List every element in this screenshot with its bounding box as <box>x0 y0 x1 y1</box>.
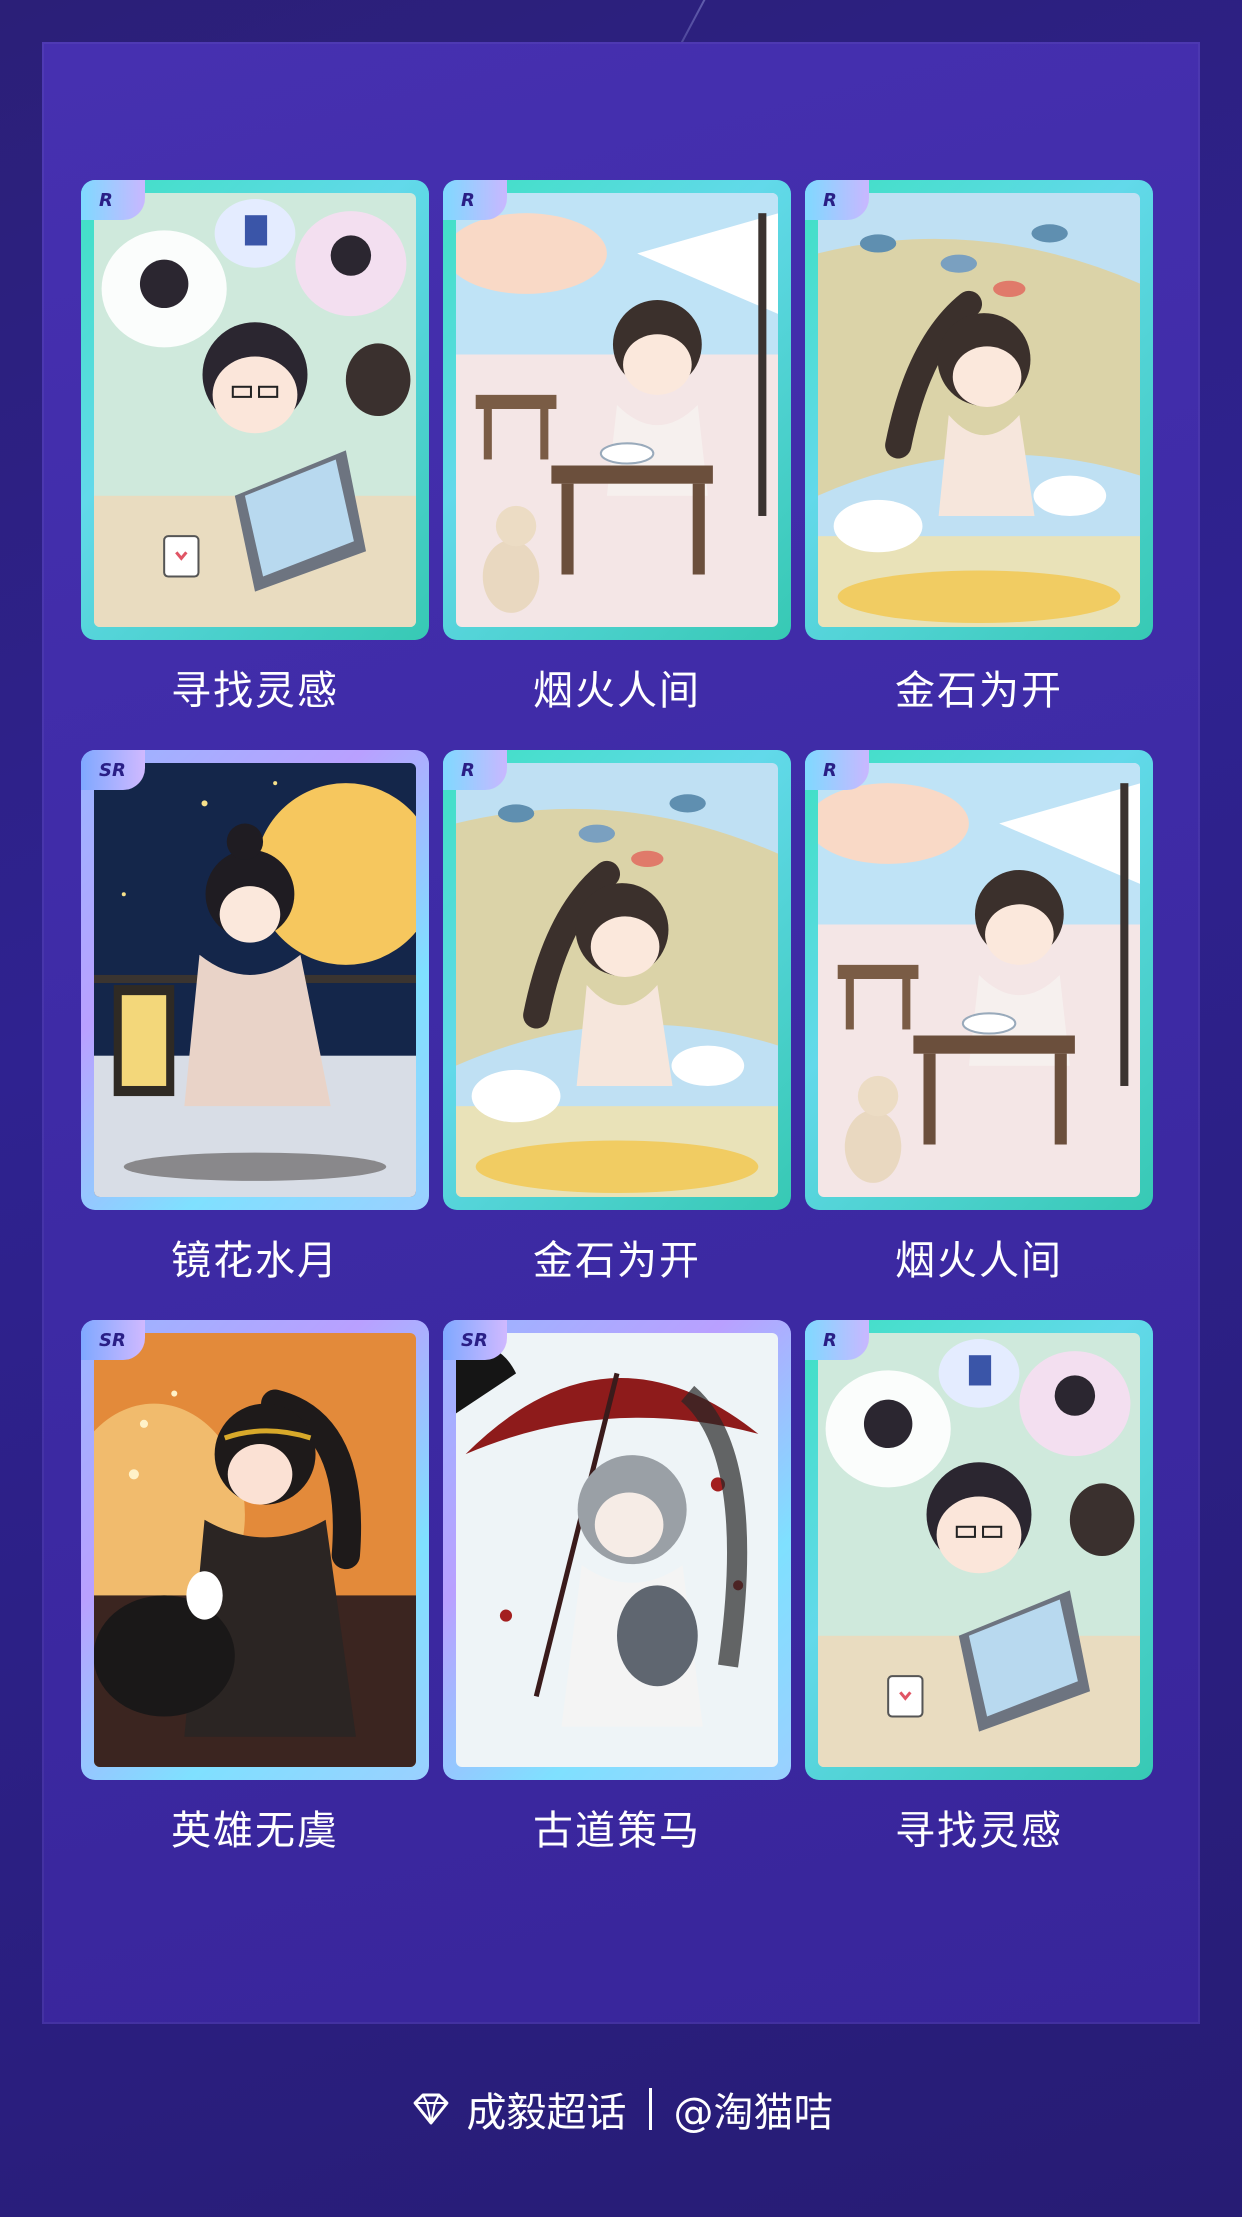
footer-divider <box>648 2088 652 2130</box>
card-title: 镜花水月 <box>171 1238 339 1284</box>
card-illustration <box>818 193 1140 627</box>
card-frame[interactable]: R <box>443 750 791 1210</box>
card-illustration <box>94 763 416 1197</box>
card-illustration <box>456 193 778 627</box>
rarity-badge: R <box>805 1320 869 1360</box>
card-title: 烟火人间 <box>533 668 701 714</box>
rarity-badge: R <box>443 750 507 790</box>
card-frame[interactable]: SR <box>81 750 429 1210</box>
rarity-badge: R <box>805 180 869 220</box>
card-title: 寻找灵感 <box>895 1808 1063 1854</box>
rarity-badge: R <box>805 750 869 790</box>
diamond-icon <box>413 2093 448 2125</box>
card-illustration <box>456 763 778 1197</box>
card-frame[interactable]: R <box>805 1320 1153 1780</box>
card-illustration <box>94 1333 416 1767</box>
card-title: 金石为开 <box>895 668 1063 714</box>
rarity-badge: R <box>443 180 507 220</box>
card-title: 烟火人间 <box>895 1238 1063 1284</box>
card-frame[interactable]: R <box>805 180 1153 640</box>
rarity-badge: R <box>81 180 145 220</box>
card-frame[interactable]: SR <box>81 1320 429 1780</box>
card-illustration <box>94 193 416 627</box>
card-title: 寻找灵感 <box>171 668 339 714</box>
card-frame[interactable]: SR <box>443 1320 791 1780</box>
rarity-badge: SR <box>443 1320 507 1360</box>
card-illustration <box>456 1333 778 1767</box>
footer-credit: 成毅超话 @淘猫咭 <box>0 2080 1242 2138</box>
card-showcase-panel: R 寻找灵感 R 烟火人间 R 金石为开 SR 镜花水月 R 金石为开 R 烟火… <box>42 42 1200 2024</box>
card-title: 英雄无虞 <box>171 1808 339 1854</box>
card-illustration <box>818 763 1140 1197</box>
rarity-badge: SR <box>81 750 145 790</box>
card-frame[interactable]: R <box>443 180 791 640</box>
author-handle[interactable]: @淘猫咭 <box>674 2080 834 2138</box>
card-frame[interactable]: R <box>81 180 429 640</box>
card-title: 金石为开 <box>533 1238 701 1284</box>
card-frame[interactable]: R <box>805 750 1153 1210</box>
card-illustration <box>818 1333 1140 1767</box>
topic-label[interactable]: 成毅超话 <box>467 2080 627 2138</box>
card-title: 古道策马 <box>533 1808 701 1854</box>
rarity-badge: SR <box>81 1320 145 1360</box>
